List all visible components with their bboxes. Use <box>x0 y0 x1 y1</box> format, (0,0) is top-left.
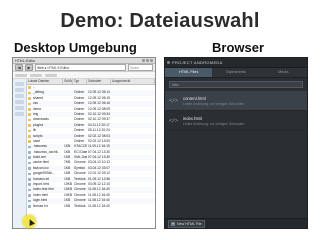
file-name: license.txt <box>33 203 48 208</box>
sidebar-item[interactable] <box>15 88 24 92</box>
address-bar[interactable]: Web ▸ HTML 5 Editor <box>35 64 126 71</box>
search-input[interactable]: Suche <box>128 64 153 71</box>
desktop-sidebar <box>13 79 27 228</box>
browser-label: Browser <box>212 40 265 55</box>
code-file-icon: </> <box>169 97 179 104</box>
browser-project-window: PROJECT ANDROMEDA HTML Files Stylesheets… <box>164 57 308 229</box>
file-icon <box>28 199 31 203</box>
file-icon <box>28 183 31 187</box>
desktop-file-window: HTML-Editor ◀ ▶ Web ▸ HTML 5 Editor Such… <box>12 57 156 229</box>
file-icon <box>28 151 31 154</box>
file-icon <box>28 167 31 170</box>
forward-arrow-icon[interactable]: ▶ <box>25 64 33 71</box>
file-row[interactable]: license.txt 1KB Textdok... 11.08.12 16:40 <box>27 204 155 209</box>
folder-icon <box>28 97 31 100</box>
folder-icon <box>28 86 31 89</box>
tab-html-files[interactable]: HTML Files <box>165 68 213 77</box>
sidebar-item[interactable] <box>15 82 24 86</box>
browser-window-title: PROJECT ANDROMEDA <box>172 60 223 65</box>
file-icon <box>28 188 31 192</box>
desktop-toolbar <box>13 72 155 79</box>
folder-icon <box>28 113 31 116</box>
file-icon <box>28 172 31 176</box>
browser-footer: + New HTML File <box>165 218 307 228</box>
browser-titlebar: PROJECT ANDROMEDA <box>165 58 307 68</box>
column-header-size[interactable]: Größe <box>63 79 73 84</box>
column-header-type[interactable]: Typ <box>73 79 87 84</box>
file-type: Textdok... <box>74 203 87 208</box>
file-list: Lokale Dateien Größe Typ Geändert Ausgec… <box>27 79 155 228</box>
desktop-window-title: HTML-Editor <box>15 58 36 63</box>
file-meta: Letzte Änderung: vor wenigen Sekunden <box>183 101 245 106</box>
file-icon <box>28 178 31 181</box>
list-item[interactable]: </> index.html Letzte Änderung: vor weni… <box>165 111 307 131</box>
folder-icon <box>28 107 31 111</box>
filter-input[interactable]: filter <box>169 81 303 88</box>
back-arrow-icon[interactable]: ◀ <box>15 64 23 71</box>
file-icon <box>28 145 31 149</box>
file-meta: Letzte Änderung: vor wenigen Sekunden <box>183 121 245 126</box>
folder-icon <box>28 129 31 133</box>
folder-icon <box>28 140 31 143</box>
column-header-changed[interactable]: Geändert <box>87 79 111 84</box>
folder-icon <box>28 134 31 138</box>
file-icon <box>28 204 31 208</box>
column-header-name[interactable]: Lokale Dateien <box>27 79 63 84</box>
sidebar-item[interactable] <box>15 106 24 110</box>
file-name: content.html <box>183 95 206 101</box>
project-icon <box>167 61 170 64</box>
file-icon <box>28 194 31 197</box>
close-button[interactable] <box>150 59 153 62</box>
list-item[interactable]: </> content.html Letzte Änderung: vor we… <box>165 91 307 111</box>
toolbar-include[interactable] <box>30 73 42 77</box>
slide-title: Demo: Dateiauswahl <box>60 10 260 32</box>
folder-icon <box>28 91 31 95</box>
desktop-label: Desktop Umgebung <box>14 40 137 55</box>
desktop-navbar: ◀ ▶ Web ▸ HTML 5 Editor Suche <box>13 64 155 72</box>
file-name-cell: license.txt <box>27 204 63 209</box>
file-size: 1KB <box>64 203 71 208</box>
folder-icon <box>28 124 31 127</box>
toolbar-organize[interactable] <box>15 73 27 77</box>
file-changed: 11.08.12 16:40 <box>88 203 110 208</box>
file-checkout <box>111 204 155 209</box>
new-html-file-button[interactable]: + New HTML File <box>168 219 205 228</box>
sidebar-item[interactable] <box>15 100 24 104</box>
browser-tabs: HTML Files Stylesheets Media <box>165 68 307 78</box>
file-icon <box>28 161 31 165</box>
folder-icon <box>28 102 31 106</box>
tab-media[interactable]: Media <box>260 68 307 77</box>
file-name: index.html <box>183 115 203 121</box>
sidebar-item[interactable] <box>15 94 24 98</box>
folder-icon <box>28 118 31 122</box>
toolbar-share[interactable] <box>45 73 57 77</box>
code-file-icon: </> <box>169 117 179 124</box>
maximize-button[interactable] <box>146 59 149 62</box>
new-html-file-label: New HTML File <box>177 221 202 226</box>
column-header-checkout[interactable]: Ausgecheckt <box>111 79 155 84</box>
sidebar-item[interactable] <box>15 112 24 116</box>
file-icon <box>28 156 31 160</box>
tab-stylesheets[interactable]: Stylesheets <box>212 68 259 77</box>
minimize-button[interactable] <box>142 59 145 62</box>
plus-icon: + <box>171 221 175 226</box>
